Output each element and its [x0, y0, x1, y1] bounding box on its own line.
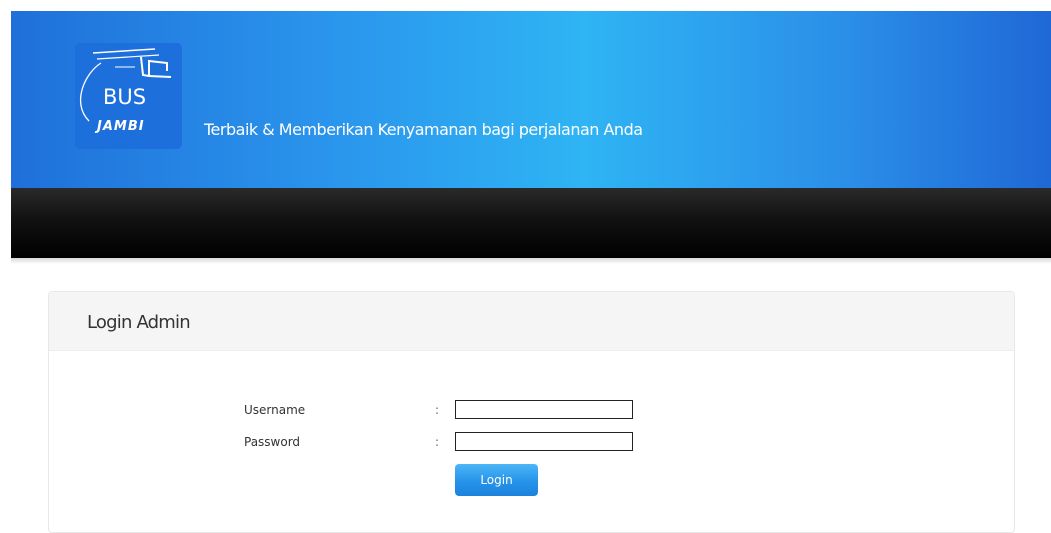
username-separator: :	[435, 403, 440, 417]
bus-jambi-logo: BUS JAMBI	[75, 43, 182, 149]
username-input[interactable]	[455, 400, 633, 419]
site-tagline: Terbaik & Memberikan Kenyamanan bagi per…	[204, 120, 643, 139]
password-input[interactable]	[455, 432, 633, 451]
login-panel-header: Login Admin	[49, 292, 1014, 351]
logo-text-jambi: JAMBI	[97, 119, 145, 134]
header-banner: BUS JAMBI Terbaik & Memberikan Kenyamana…	[11, 11, 1051, 188]
login-button[interactable]: Login	[455, 464, 538, 496]
password-separator: :	[435, 435, 440, 449]
password-label: Password	[244, 435, 301, 449]
username-label: Username	[244, 403, 306, 417]
logo-text-bus: BUS	[103, 85, 147, 109]
navigation-bar	[11, 188, 1051, 258]
login-title: Login Admin	[87, 312, 191, 333]
login-panel: Login Admin Username : Password : Login	[48, 291, 1015, 533]
navbar-shadow	[11, 258, 1051, 264]
